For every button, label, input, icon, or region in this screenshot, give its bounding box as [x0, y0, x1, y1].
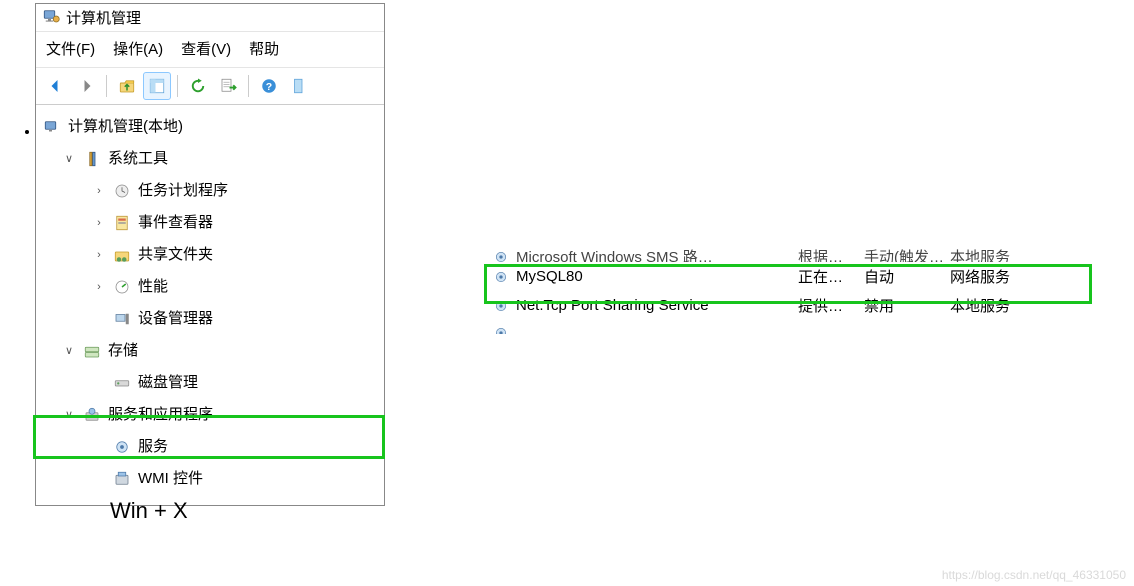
- service-logon: 本地服务: [950, 246, 1050, 262]
- tree-label: 性能: [138, 273, 168, 301]
- disk-icon: [112, 373, 132, 393]
- help-button[interactable]: ?: [255, 72, 283, 100]
- tree-label: 磁盘管理: [138, 369, 198, 397]
- menu-file[interactable]: 文件(F): [46, 38, 95, 59]
- tree-label: 任务计划程序: [138, 177, 228, 205]
- tree-shared-folders[interactable]: › 共享文件夹: [40, 239, 380, 271]
- tree-label: 服务和应用程序: [108, 401, 213, 429]
- expand-icon[interactable]: ›: [92, 241, 106, 269]
- performance-icon: [112, 277, 132, 297]
- service-desc: 正在…: [798, 266, 858, 287]
- toolbar-extra-button[interactable]: [285, 72, 313, 100]
- gear-icon: [112, 437, 132, 457]
- expand-icon[interactable]: ∨: [62, 145, 76, 173]
- menu-action[interactable]: 操作(A): [113, 38, 163, 59]
- tree-system-tools[interactable]: ∨ 系统工具: [40, 143, 380, 175]
- tree-services[interactable]: · 服务: [40, 431, 380, 463]
- tree-label: 设备管理器: [138, 305, 213, 333]
- service-startup: 禁用: [864, 295, 944, 316]
- device-icon: [112, 309, 132, 329]
- titlebar: 计算机管理: [36, 4, 384, 31]
- nav-tree: 计算机管理(本地) ∨ 系统工具 ›: [36, 105, 384, 505]
- tools-icon: [82, 149, 102, 169]
- show-hide-tree-button[interactable]: [143, 72, 171, 100]
- tree-root[interactable]: 计算机管理(本地): [40, 111, 380, 143]
- tree-device-manager[interactable]: · 设备管理器: [40, 303, 380, 335]
- computer-icon: [42, 117, 62, 137]
- tree-performance[interactable]: › 性能: [40, 271, 380, 303]
- toolbar-separator: [177, 75, 178, 97]
- expand-icon[interactable]: ›: [92, 273, 106, 301]
- menu-help[interactable]: 帮助: [249, 38, 279, 59]
- tree-disk-management[interactable]: · 磁盘管理: [40, 367, 380, 399]
- service-row[interactable]: Net.Tcp Port Sharing Service 提供… 禁用 本地服务: [486, 291, 1091, 320]
- computer-management-icon: [42, 7, 60, 28]
- storage-icon: [82, 341, 102, 361]
- tree-services-apps[interactable]: ∨ 服务和应用程序: [40, 399, 380, 431]
- service-logon: 本地服务: [950, 295, 1050, 316]
- toolbar: ?: [36, 67, 384, 105]
- gear-icon: [492, 324, 510, 334]
- service-logon: 网络服务: [950, 266, 1050, 287]
- gear-icon: [492, 268, 510, 286]
- toolbar-separator: [106, 75, 107, 97]
- service-startup: 自动: [864, 266, 944, 287]
- service-name: MySQL80: [516, 268, 583, 285]
- forward-button[interactable]: [72, 72, 100, 100]
- tree-task-scheduler[interactable]: › 任务计划程序: [40, 175, 380, 207]
- menu-view[interactable]: 查看(V): [181, 38, 231, 59]
- gear-icon: [492, 297, 510, 315]
- service-name: Net.Tcp Port Sharing Service: [516, 297, 709, 314]
- up-folder-button[interactable]: [113, 72, 141, 100]
- services-apps-icon: [82, 405, 102, 425]
- service-row[interactable]: [486, 320, 1091, 334]
- expand-icon[interactable]: ›: [92, 209, 106, 237]
- tree-label: 存储: [108, 337, 138, 365]
- refresh-button[interactable]: [184, 72, 212, 100]
- expand-icon[interactable]: ›: [92, 177, 106, 205]
- tree-wmi[interactable]: · WMI 控件: [40, 463, 380, 495]
- back-button[interactable]: [42, 72, 70, 100]
- toolbar-separator: [248, 75, 249, 97]
- tree-label: 系统工具: [108, 145, 168, 173]
- watermark: https://blog.csdn.net/qq_46331050: [942, 568, 1126, 582]
- expand-icon[interactable]: ∨: [62, 337, 76, 365]
- service-desc: 根据…: [798, 246, 858, 262]
- tree-label: WMI 控件: [138, 465, 203, 493]
- computer-management-window: 计算机管理 文件(F) 操作(A) 查看(V) 帮助 ?: [35, 3, 385, 506]
- wmi-icon: [112, 469, 132, 489]
- event-icon: [112, 213, 132, 233]
- export-list-button[interactable]: [214, 72, 242, 100]
- tree-storage[interactable]: ∨ 存储: [40, 335, 380, 367]
- window-title: 计算机管理: [66, 7, 141, 28]
- tree-label: 计算机管理(本地): [68, 113, 183, 141]
- tree-event-viewer[interactable]: › 事件查看器: [40, 207, 380, 239]
- service-desc: 提供…: [798, 295, 858, 316]
- service-name: Microsoft Windows SMS 路…: [516, 246, 713, 262]
- service-startup: 手动(触发…: [864, 246, 944, 262]
- shared-folder-icon: [112, 245, 132, 265]
- svg-text:?: ?: [266, 81, 272, 93]
- tree-label: 共享文件夹: [138, 241, 213, 269]
- menubar: 文件(F) 操作(A) 查看(V) 帮助: [36, 31, 384, 67]
- services-list: Microsoft Windows SMS 路… 根据… 手动(触发… 本地服务…: [486, 242, 1091, 334]
- service-row-mysql[interactable]: MySQL80 正在… 自动 网络服务: [486, 262, 1091, 291]
- gear-icon: [492, 248, 510, 263]
- service-row[interactable]: Microsoft Windows SMS 路… 根据… 手动(触发… 本地服务: [486, 242, 1091, 262]
- clock-icon: [112, 181, 132, 201]
- expand-icon[interactable]: ∨: [62, 401, 76, 429]
- tree-label: 服务: [138, 433, 168, 461]
- tree-label: 事件查看器: [138, 209, 213, 237]
- annotation-shortcut: Win + X: [110, 498, 188, 524]
